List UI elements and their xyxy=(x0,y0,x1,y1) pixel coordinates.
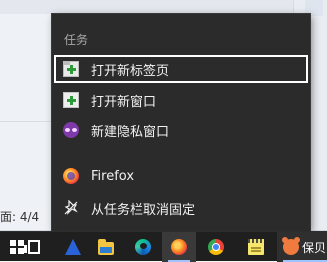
task-view-button[interactable] xyxy=(14,232,48,262)
taskbar-running-app[interactable]: 保贝 xyxy=(277,232,327,262)
jump-item-firefox-app[interactable]: Firefox xyxy=(54,162,308,190)
tasks-section-header: 任务 xyxy=(64,33,89,47)
taskbar-file-explorer[interactable] xyxy=(89,232,123,262)
new-window-icon xyxy=(63,92,79,108)
taskbar-firefox[interactable] xyxy=(162,232,196,262)
edge-icon xyxy=(135,239,151,255)
background-divider xyxy=(0,121,52,122)
notepad-icon xyxy=(248,239,264,255)
new-tab-icon xyxy=(63,61,79,77)
jump-item-label: 打开新标签页 xyxy=(91,63,170,79)
jump-item-unpin[interactable]: 从任务栏取消固定 xyxy=(54,194,308,222)
page-status-text: 面: 4/4 xyxy=(0,210,40,224)
taskbar: 保贝 xyxy=(0,231,327,262)
firefox-icon xyxy=(171,239,187,255)
jump-item-new-tab[interactable]: 打开新标签页 xyxy=(54,55,308,83)
app-name-label: Firefox xyxy=(91,168,135,184)
taskbar-prism-app[interactable] xyxy=(56,232,90,262)
jump-item-private-window[interactable]: 新建隐私窗口 xyxy=(54,116,308,144)
unpin-icon xyxy=(63,200,79,216)
jump-item-label: 打开新窗口 xyxy=(91,94,157,110)
running-app-label: 保贝 xyxy=(302,241,327,255)
jump-item-label: 新建隐私窗口 xyxy=(91,124,170,140)
file-explorer-icon xyxy=(98,239,114,255)
jump-item-new-window[interactable]: 打开新窗口 xyxy=(54,86,308,114)
taskbar-chrome[interactable] xyxy=(199,232,233,262)
background-toolbar xyxy=(0,0,327,14)
unpin-label: 从任务栏取消固定 xyxy=(91,202,196,218)
chrome-icon xyxy=(208,239,224,255)
firefox-jump-list: 任务 打开新标签页 打开新窗口 新建隐私窗口 Firefox 从任务栏取消固定 xyxy=(52,14,310,231)
taskbar-notepad[interactable] xyxy=(239,232,273,262)
private-window-icon xyxy=(63,122,79,138)
bear-app-icon xyxy=(282,237,300,255)
taskbar-edge[interactable] xyxy=(126,232,160,262)
task-view-icon xyxy=(24,240,40,254)
prism-app-icon xyxy=(65,239,81,255)
firefox-icon xyxy=(63,168,79,184)
